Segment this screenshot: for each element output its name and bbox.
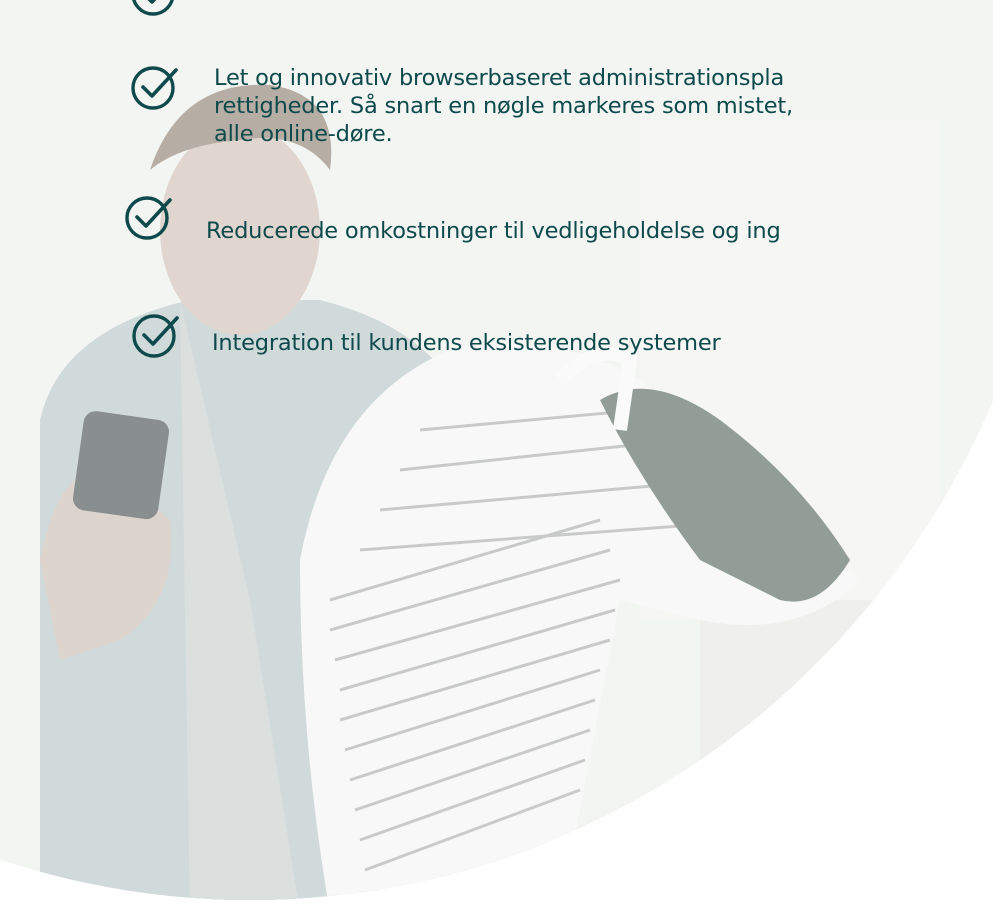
bullet-item-admin-platform: Let og innovativ browserbaseret administ… [214, 64, 793, 148]
bullet-line: Integration til kundens eksisterende sys… [212, 330, 721, 356]
check-circle-icon [123, 192, 175, 242]
check-circle-icon [129, 62, 181, 112]
check-circle-icon [130, 310, 182, 360]
bullet-item-integration: Integration til kundens eksisterende sys… [212, 329, 721, 357]
bullet-line: rettigheder. Så snart en nøgle markeres … [214, 93, 793, 119]
bullet-item-reduced-costs: Reducerede omkostninger til vedligeholde… [206, 217, 781, 245]
bullet-line: Let og innovativ browserbaseret administ… [214, 65, 785, 91]
bullet-line: alle online-døre. [214, 121, 393, 147]
bullet-line: Reducerede omkostninger til vedligeholde… [206, 218, 781, 244]
check-circle-icon [129, 0, 181, 18]
page: Let og innovativ browserbaseret administ… [0, 0, 993, 913]
